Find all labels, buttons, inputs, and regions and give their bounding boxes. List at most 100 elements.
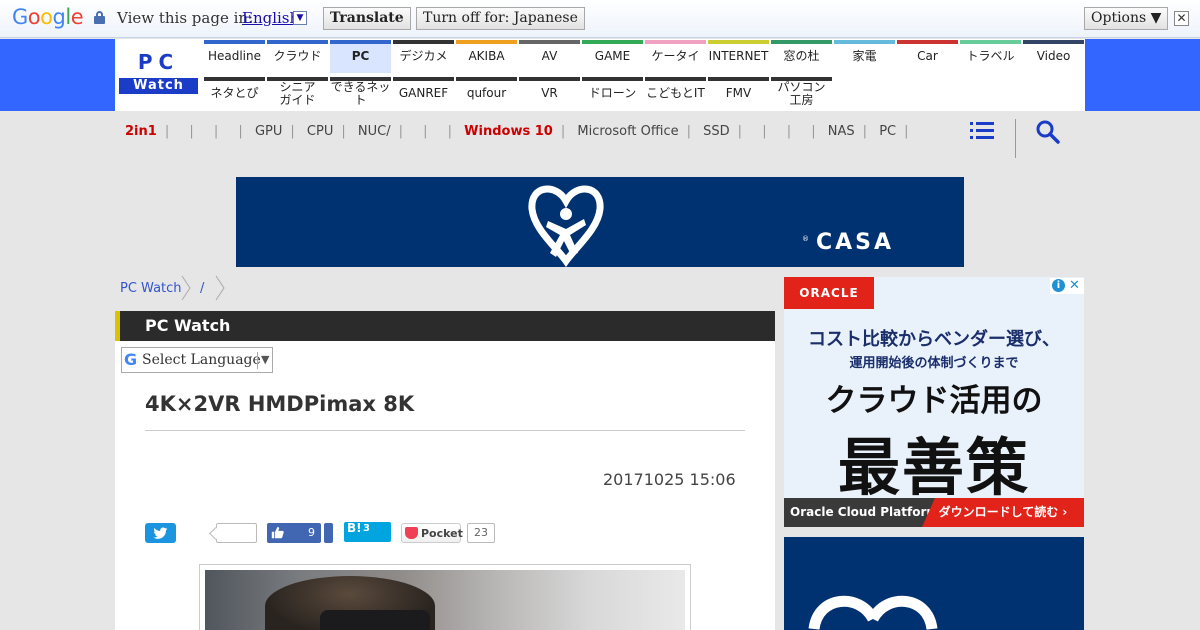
nav-item-row1-13[interactable]: Video — [1023, 40, 1084, 73]
category-header: PC Watch — [115, 311, 775, 341]
nav-item-label: パソコン 工房 — [777, 79, 826, 107]
subnav-item[interactable]: SSD — [703, 124, 730, 139]
turn-off-button[interactable]: Turn off for: Japanese — [416, 7, 585, 30]
facebook-like-button[interactable]: 9 — [267, 523, 321, 543]
nav-item-row2-8[interactable]: FMV — [708, 77, 769, 110]
nav-color-stripe — [771, 77, 832, 81]
nav-item-row2-3[interactable]: GANREF — [393, 77, 454, 110]
subnav-separator: | — [341, 124, 346, 139]
nav-item-row1-6[interactable]: GAME — [582, 40, 643, 73]
nav-item-label: ネタとぴ — [210, 86, 259, 100]
article-title: 4K×2VR HMDPimax 8K — [145, 392, 415, 416]
site-logo[interactable]: PC Watch — [119, 50, 198, 95]
subnav-separator: | — [423, 124, 428, 139]
nav-item-row1-0[interactable]: Headline — [204, 40, 265, 73]
nav-item-row1-7[interactable]: ケータイ — [645, 40, 706, 73]
select-divider — [257, 352, 258, 369]
nav-color-stripe — [456, 77, 517, 81]
twitter-count-bubble — [216, 523, 257, 543]
facebook-share-button[interactable] — [324, 523, 333, 543]
target-language-link[interactable]: English — [242, 9, 299, 27]
google-logo: Google — [12, 5, 84, 29]
facebook-count: 9 — [308, 526, 315, 539]
ad-download-button[interactable]: ダウンロードして読む › — [922, 498, 1084, 527]
nav-item-row1-11[interactable]: Car — [897, 40, 958, 73]
nav-item-label: できるネット — [330, 79, 391, 107]
adchoices-badge[interactable]: i ✕ — [1050, 278, 1084, 294]
subnav-item[interactable]: NUC/ — [358, 124, 391, 139]
subnav-item[interactable]: PC — [879, 124, 896, 139]
article-photo[interactable] — [205, 570, 685, 630]
nav-item-row1-1[interactable]: クラウド — [267, 40, 328, 73]
pocket-save-button[interactable]: Pocket — [401, 523, 463, 543]
ad-footer: Oracle Cloud Platform ダウンロードして読む › — [784, 498, 1084, 527]
nav-item-row1-4[interactable]: AKIBA — [456, 40, 517, 73]
nav-item-label: Headline — [207, 49, 262, 63]
subnav-item[interactable]: CPU — [307, 124, 333, 139]
subnav-item[interactable]: Windows 10 — [464, 124, 553, 139]
category-title: PC Watch — [145, 316, 231, 335]
nav-item-row2-6[interactable]: ドローン — [582, 77, 643, 110]
nav-item-row1-5[interactable]: AV — [519, 40, 580, 73]
subnav-item[interactable]: Microsoft Office — [577, 124, 678, 139]
nav-item-label: こどもとIT — [646, 86, 705, 100]
ad-close-icon[interactable]: ✕ — [1069, 278, 1080, 293]
nav-color-stripe — [330, 40, 391, 44]
subnav-item[interactable]: 2in1 — [125, 124, 157, 139]
nav-color-stripe — [834, 40, 895, 44]
ad-line-4: 最善策 — [837, 431, 1030, 504]
nav-item-label: AV — [541, 49, 558, 63]
nav-item-label: 家電 — [852, 49, 877, 63]
close-icon[interactable]: ✕ — [1174, 11, 1189, 26]
nav-color-stripe — [393, 77, 454, 81]
nav-item-row1-10[interactable]: 家電 — [834, 40, 895, 73]
lock-icon — [94, 11, 105, 24]
nav-color-stripe — [960, 40, 1021, 44]
nav-item-row2-5[interactable]: VR — [519, 77, 580, 110]
nav-color-stripe — [204, 40, 265, 44]
search-icon[interactable] — [1036, 120, 1060, 144]
hatena-bookmark-button[interactable]: B! 3 — [344, 521, 391, 542]
title-divider — [145, 430, 745, 431]
breadcrumb-current[interactable]: / — [200, 281, 204, 296]
side-ad-casa[interactable] — [784, 537, 1084, 630]
side-ad-oracle[interactable]: ORACLE i ✕ コスト比較からベンダー選び、 運用開始後の体制づくりまで … — [784, 277, 1084, 527]
nav-item-row2-9[interactable]: パソコン 工房 — [771, 77, 832, 110]
chevron-right-icon — [181, 275, 191, 301]
nav-item-row1-3[interactable]: デジカメ — [393, 40, 454, 73]
nav-item-row1-8[interactable]: INTERNET — [708, 40, 769, 73]
subnav-item[interactable]: GPU — [255, 124, 282, 139]
nav-item-row1-12[interactable]: トラベル — [960, 40, 1021, 73]
breadcrumb-home[interactable]: PC Watch — [120, 281, 182, 296]
nav-color-stripe — [519, 40, 580, 44]
casa-wordmark: CASA — [816, 230, 895, 255]
subnav-separator: | — [762, 124, 767, 139]
subnav-separator: | — [447, 124, 453, 139]
nav-color-stripe — [204, 77, 265, 81]
nav-item-row2-2[interactable]: できるネット — [330, 77, 391, 110]
nav-item-label: シニア ガイド — [279, 79, 316, 107]
subnav-separator: | — [238, 124, 243, 139]
options-button[interactable]: Options ▼ — [1084, 7, 1169, 30]
menu-icon[interactable] — [970, 122, 994, 140]
select-language-dropdown[interactable]: G Select Language ▼ — [121, 347, 273, 373]
translate-button[interactable]: Translate — [323, 7, 411, 30]
nav-item-label: PC — [351, 49, 370, 63]
nav-item-row1-9[interactable]: 窓の杜 — [771, 40, 832, 73]
language-dropdown-icon[interactable]: ▼ — [293, 11, 307, 25]
subnav-separator: | — [786, 124, 792, 139]
nav-item-label: FMV — [725, 86, 752, 100]
twitter-share-button[interactable] — [145, 523, 176, 543]
info-icon[interactable]: i — [1052, 279, 1065, 292]
nav-item-row1-2[interactable]: PC — [330, 40, 391, 73]
sub-nav: 2in1 | | | | GPU | CPU | NUC/ | | | Windows … — [125, 119, 965, 144]
nav-item-row2-4[interactable]: qufour — [456, 77, 517, 110]
nav-item-row2-7[interactable]: こどもとIT — [645, 77, 706, 110]
nav-item-row2-0[interactable]: ネタとぴ — [204, 77, 265, 110]
nav-item-row2-1[interactable]: シニア ガイド — [267, 77, 328, 110]
ad-line-3: クラウド活用の — [825, 383, 1043, 419]
top-banner-ad[interactable]: ® CASA — [236, 177, 964, 267]
nav-color-stripe — [582, 77, 643, 81]
subnav-item[interactable]: NAS — [828, 124, 855, 139]
nav-color-stripe — [330, 77, 391, 81]
